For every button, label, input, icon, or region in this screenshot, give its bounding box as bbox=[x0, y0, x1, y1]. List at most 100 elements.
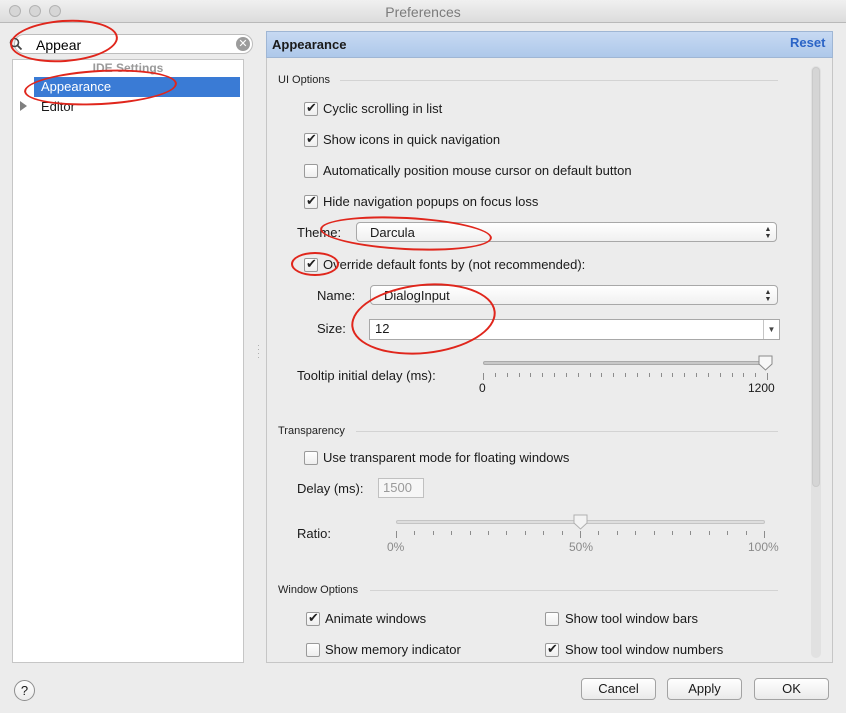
cancel-button[interactable]: Cancel bbox=[581, 678, 656, 700]
slider-tick bbox=[506, 373, 508, 377]
hide-nav-popups-checkbox[interactable] bbox=[304, 193, 318, 209]
slider-tick bbox=[451, 531, 453, 535]
ratio-slider-knob[interactable] bbox=[573, 514, 588, 530]
splitter-handle[interactable]: · · · · bbox=[257, 341, 260, 362]
slider-tick bbox=[660, 373, 662, 377]
slider-tick bbox=[506, 531, 508, 535]
group-divider bbox=[370, 590, 778, 591]
expand-arrow-icon[interactable] bbox=[20, 101, 27, 111]
slider-tick bbox=[469, 531, 471, 535]
transparent-mode-label: Use transparent mode for floating window… bbox=[323, 450, 570, 465]
group-divider bbox=[356, 431, 778, 432]
tooltip-delay-label: Tooltip initial delay (ms): bbox=[297, 368, 436, 383]
ratio-tick-0: 0% bbox=[387, 540, 405, 554]
slider-tick bbox=[577, 373, 579, 377]
slider-tick bbox=[764, 531, 765, 538]
ok-button[interactable]: OK bbox=[754, 678, 829, 700]
slider-tick bbox=[483, 373, 484, 380]
slider-tick bbox=[731, 373, 733, 377]
slider-tick bbox=[396, 531, 397, 538]
ratio-label: Ratio: bbox=[297, 526, 331, 541]
tool-window-bars-checkbox[interactable] bbox=[545, 612, 559, 626]
slider-tick bbox=[672, 373, 674, 377]
slider-tick bbox=[625, 373, 626, 377]
slider-tick bbox=[598, 531, 600, 535]
slider-tick bbox=[672, 531, 673, 535]
apply-button[interactable]: Apply bbox=[667, 678, 742, 700]
tool-window-bars-label: Show tool window bars bbox=[565, 611, 698, 626]
slider-tick bbox=[561, 531, 563, 535]
slider-tick bbox=[488, 531, 489, 535]
slider-tick bbox=[554, 373, 555, 377]
tool-window-numbers-label: Show tool window numbers bbox=[565, 642, 724, 657]
hide-nav-popups-label: Hide navigation popups on focus loss bbox=[323, 194, 539, 209]
slider-tick bbox=[494, 373, 496, 377]
transparency-title: Transparency bbox=[278, 425, 345, 437]
auto-position-cursor-checkbox[interactable] bbox=[304, 164, 318, 178]
slider-tick bbox=[696, 373, 697, 377]
slider-tick bbox=[635, 531, 637, 535]
select-arrows-icon: ▲ ▼ bbox=[764, 226, 772, 240]
slider-tick bbox=[719, 373, 721, 377]
memory-indicator-checkbox[interactable] bbox=[306, 643, 320, 657]
slider-tick bbox=[580, 531, 581, 538]
ratio-tick-100: 100% bbox=[748, 540, 779, 554]
slider-tick bbox=[613, 373, 615, 377]
slider-tick bbox=[755, 373, 757, 377]
ratio-tick-50: 50% bbox=[569, 540, 594, 554]
panel-header bbox=[266, 31, 833, 58]
cyclic-scrolling-label: Cyclic scrolling in list bbox=[323, 101, 443, 116]
slider-tick bbox=[589, 373, 591, 377]
slider-tick bbox=[684, 373, 686, 377]
show-icons-checkbox[interactable] bbox=[304, 131, 318, 147]
panel-title: Appearance bbox=[272, 37, 347, 52]
tooltip-delay-slider[interactable] bbox=[483, 361, 768, 365]
window-options-title: Window Options bbox=[278, 584, 359, 596]
tooltip-slider-knob[interactable] bbox=[758, 355, 773, 371]
slider-tick bbox=[542, 373, 544, 377]
help-button[interactable]: ? bbox=[14, 680, 35, 701]
annotation-override bbox=[291, 252, 339, 276]
slider-tick bbox=[707, 373, 709, 377]
font-name-label: Name: bbox=[317, 288, 356, 303]
slider-tick bbox=[616, 531, 618, 535]
slider-tick bbox=[690, 531, 692, 535]
tool-window-numbers-checkbox[interactable] bbox=[545, 641, 559, 657]
animate-windows-label: Animate windows bbox=[325, 611, 427, 626]
slider-tick bbox=[743, 373, 745, 377]
slider-tick bbox=[565, 373, 567, 377]
delay-field[interactable]: 1500 bbox=[378, 478, 424, 498]
select-arrows-icon: ▲ ▼ bbox=[764, 289, 772, 303]
slider-tick bbox=[653, 531, 655, 535]
window-title: Preferences bbox=[385, 4, 461, 20]
memory-indicator-label: Show memory indicator bbox=[325, 642, 461, 657]
show-icons-label: Show icons in quick navigation bbox=[323, 132, 501, 147]
chevron-down-icon[interactable]: ▼ bbox=[763, 320, 779, 339]
group-divider bbox=[340, 80, 778, 81]
slider-tick bbox=[543, 531, 545, 535]
override-fonts-label: Override default fonts by (not recommend… bbox=[323, 257, 586, 272]
slider-tick bbox=[524, 531, 526, 535]
slider-tick bbox=[767, 373, 768, 380]
cyclic-scrolling-checkbox[interactable] bbox=[304, 100, 318, 116]
tooltip-min-label: 0 bbox=[479, 381, 486, 395]
settings-tree[interactable] bbox=[12, 59, 244, 663]
slider-tick bbox=[432, 531, 434, 535]
transparent-mode-checkbox[interactable] bbox=[304, 451, 318, 465]
animate-windows-checkbox[interactable] bbox=[306, 610, 320, 626]
slider-tick bbox=[518, 373, 520, 377]
slider-tick bbox=[414, 531, 416, 535]
clear-search-icon[interactable]: ✕ bbox=[236, 37, 250, 51]
slider-tick bbox=[636, 373, 638, 377]
slider-tick bbox=[708, 531, 710, 535]
slider-tick bbox=[601, 373, 603, 377]
reset-link[interactable]: Reset bbox=[790, 35, 825, 50]
slider-tick bbox=[727, 531, 729, 535]
tooltip-max-label: 1200 bbox=[748, 381, 775, 395]
slider-tick bbox=[530, 373, 532, 377]
ui-options-title: UI Options bbox=[278, 74, 330, 86]
slider-tick bbox=[648, 373, 650, 377]
scrollbar-thumb[interactable] bbox=[812, 67, 820, 487]
slider-tick bbox=[745, 531, 747, 535]
delay-label: Delay (ms): bbox=[297, 481, 364, 496]
